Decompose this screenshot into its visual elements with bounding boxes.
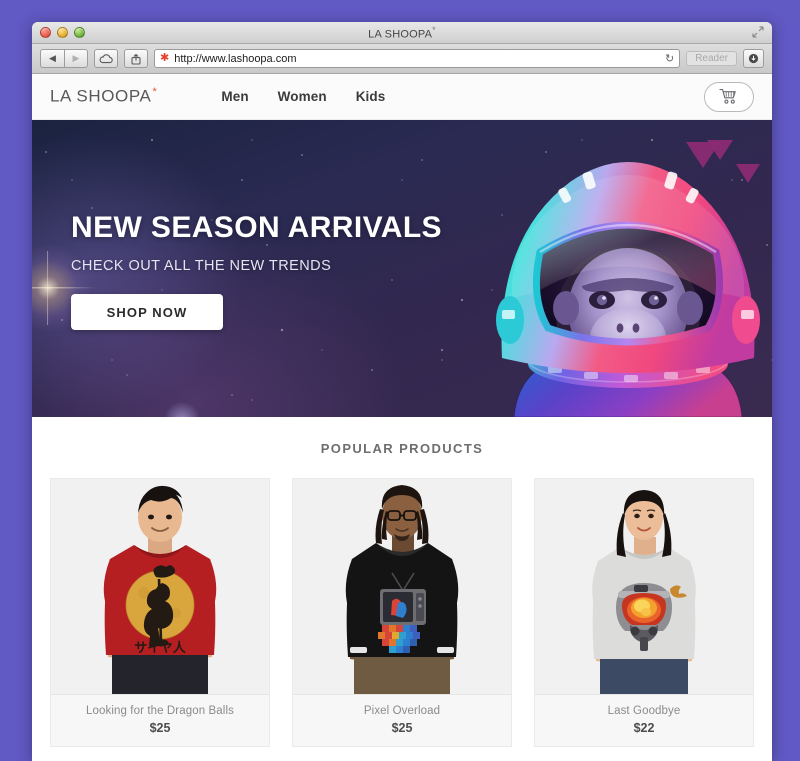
product-name: Last Goodbye xyxy=(607,705,681,717)
asterisk-favicon-icon: ✱ xyxy=(160,52,170,64)
product-name: Looking for the Dragon Balls xyxy=(86,705,234,717)
page-viewport: LA SHOOPA* Men Women Kids NEW SEASON ARR… xyxy=(32,74,772,761)
nav-link-men[interactable]: Men xyxy=(221,89,248,104)
reload-icon[interactable]: ↻ xyxy=(665,52,674,65)
product-price: $25 xyxy=(149,720,171,735)
product-grid: サイヤ人 Looking for the Dragon Balls $25 Pi… xyxy=(32,478,772,747)
hero-banner: NEW SEASON ARRIVALS CHECK OUT ALL THE NE… xyxy=(32,120,772,417)
site-logo[interactable]: LA SHOOPA* xyxy=(50,86,163,107)
nav-buttons-group: ◀ ▶ xyxy=(40,49,88,68)
window-title-text: LA SHOOPA xyxy=(368,28,433,41)
close-window-button[interactable] xyxy=(40,27,51,38)
product-card[interactable]: Pixel Overload $25 xyxy=(292,478,512,747)
triangle-decoration xyxy=(686,140,760,183)
popular-products-section: POPULAR PRODUCTS サイヤ人 Looking for the Dr… xyxy=(32,417,772,761)
nav-link-kids[interactable]: Kids xyxy=(356,89,386,104)
icloud-icon[interactable] xyxy=(94,49,118,68)
window-title: LA SHOOPA* xyxy=(32,25,772,41)
product-card[interactable]: サイヤ人 Looking for the Dragon Balls $25 xyxy=(50,478,270,747)
product-name: Pixel Overload xyxy=(363,705,441,717)
product-image-dragon-balls[interactable]: サイヤ人 xyxy=(51,479,269,694)
browser-titlebar: LA SHOOPA* xyxy=(32,22,772,44)
shop-now-button[interactable]: SHOP NOW xyxy=(71,294,223,330)
site-navbar: LA SHOOPA* Men Women Kids xyxy=(32,74,772,120)
site-logo-text: LA SHOOPA xyxy=(50,86,152,106)
product-image-last-goodbye[interactable] xyxy=(535,479,753,694)
zoom-window-button[interactable] xyxy=(74,27,85,38)
minimize-window-button[interactable] xyxy=(57,27,68,38)
primary-nav: Men Women Kids xyxy=(221,89,385,104)
logo-asterisk-icon: * xyxy=(152,86,158,99)
window-title-mark: * xyxy=(432,24,436,35)
triangle-icon-3 xyxy=(736,164,760,183)
window-controls xyxy=(40,27,85,38)
triangle-icon-2 xyxy=(707,140,733,160)
address-bar[interactable]: ✱ http://www.lashoopa.com ↻ xyxy=(154,49,681,68)
reader-button[interactable]: Reader xyxy=(686,51,737,66)
resize-grip-icon[interactable] xyxy=(752,25,764,40)
hero-subtitle: CHECK OUT ALL THE NEW TRENDS xyxy=(71,258,332,274)
back-button[interactable]: ◀ xyxy=(40,49,64,68)
product-meta: Last Goodbye $22 xyxy=(535,694,753,746)
nav-link-women[interactable]: Women xyxy=(278,89,327,104)
product-price: $22 xyxy=(633,720,655,735)
svg-text:サイヤ人: サイヤ人 xyxy=(134,640,187,656)
downloads-button[interactable] xyxy=(743,49,764,68)
browser-window: LA SHOOPA* ◀ ▶ ✱ http://www.lashoopa.com… xyxy=(32,22,772,761)
forward-button[interactable]: ▶ xyxy=(64,49,88,68)
product-image-pixel-overload[interactable] xyxy=(293,479,511,694)
product-meta: Pixel Overload $25 xyxy=(293,694,511,746)
address-bar-url[interactable]: http://www.lashoopa.com xyxy=(174,53,660,65)
shopping-cart-icon xyxy=(719,89,736,104)
browser-toolbar: ◀ ▶ ✱ http://www.lashoopa.com ↻ Reader xyxy=(32,44,772,74)
hero-title: NEW SEASON ARRIVALS xyxy=(71,211,442,244)
section-title: POPULAR PRODUCTS xyxy=(320,441,484,456)
hero-copy: NEW SEASON ARRIVALS CHECK OUT ALL THE NE… xyxy=(71,213,442,330)
cart-button[interactable] xyxy=(704,81,754,112)
share-icon[interactable] xyxy=(124,49,148,68)
lens-flare-small-icon xyxy=(162,400,202,417)
product-card[interactable]: Last Goodbye $22 xyxy=(534,478,754,747)
product-meta: Looking for the Dragon Balls $25 xyxy=(51,694,269,746)
product-price: $25 xyxy=(391,720,413,735)
